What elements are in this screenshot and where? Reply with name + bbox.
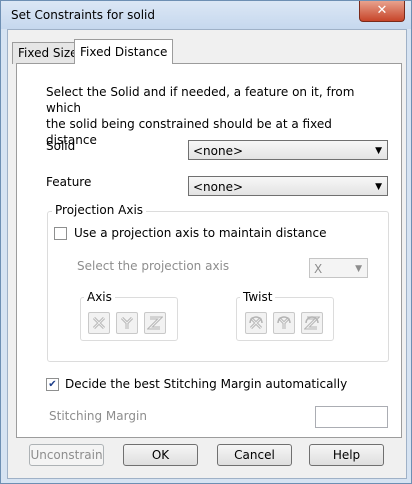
chevron-down-icon: ▼ [375,182,382,192]
title-bar[interactable]: Set Constraints for solid ✕ [1,1,411,29]
help-button[interactable]: Help [309,444,384,466]
checkmark-icon: ✔ [48,379,57,390]
z-axis-button[interactable] [144,312,166,334]
y-axis-icon [120,316,134,329]
feature-select[interactable]: <none> ▼ [188,176,388,196]
tab-fixed-distance[interactable]: Fixed Distance [74,39,174,64]
feature-select-value: <none> [193,180,244,194]
x-twist-button[interactable] [245,312,267,334]
x-axis-icon [92,316,106,330]
ok-button[interactable]: OK [123,444,198,466]
projection-axis-checkbox[interactable] [54,227,67,240]
z-twist-icon [304,316,320,330]
description-text: Select the Solid and if needed, a featur… [46,85,355,147]
stitching-margin-label: Stitching Margin [49,409,147,423]
projection-axis-group-label: Projection Axis [52,203,147,217]
close-icon: ✕ [376,3,388,18]
projection-axis-select[interactable]: X ▼ [309,258,368,278]
solid-select-value: <none> [193,144,244,158]
twist-group-label: Twist [240,290,276,304]
y-axis-button[interactable] [116,312,138,334]
projection-axis-value: X [314,262,323,276]
unconstrain-button[interactable]: Unconstrain [29,444,104,466]
tab-fixed-size[interactable]: Fixed Size [12,42,84,64]
solid-select[interactable]: <none> ▼ [188,140,388,160]
dialog-client: Fixed Size Fixed Distance Select the Sol… [7,29,407,479]
stitching-auto-checkbox[interactable]: ✔ [46,378,59,391]
window-title: Set Constraints for solid [11,8,155,22]
chevron-down-icon: ▼ [355,264,362,274]
z-twist-button[interactable] [301,312,323,334]
chevron-down-icon: ▼ [375,146,382,156]
dialog-window: Set Constraints for solid ✕ Fixed Size F… [0,0,412,484]
y-twist-button[interactable] [273,312,295,334]
z-axis-icon [147,316,163,330]
stitching-auto-checkbox-label: Decide the best Stitching Margin automat… [65,377,348,391]
x-twist-icon [249,316,263,330]
y-twist-icon [277,316,291,329]
projection-axis-select-label: Select the projection axis [77,259,230,273]
projection-axis-checkbox-label: Use a projection axis to maintain distan… [74,226,327,240]
solid-label: Solid [46,139,76,153]
cancel-button[interactable]: Cancel [217,444,292,466]
tab-panel-fixed-distance: Select the Solid and if needed, a featur… [16,63,402,438]
x-axis-button[interactable] [88,312,110,334]
feature-label: Feature [46,175,92,189]
close-button[interactable]: ✕ [359,1,405,22]
axis-group-label: Axis [84,290,115,304]
stitching-margin-input[interactable] [315,406,388,428]
